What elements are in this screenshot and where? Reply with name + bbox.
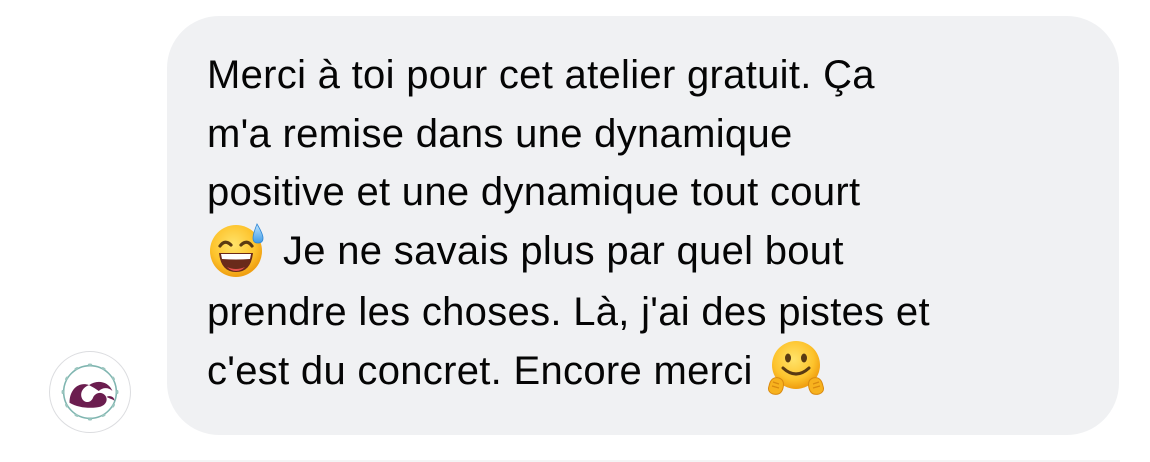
- message-text: Merci à toi pour cet atelier gratuit. Ça…: [207, 46, 1107, 404]
- wave-logo-icon: [61, 363, 119, 421]
- incoming-message-row: Merci à toi pour cet atelier gratuit. Ça…: [0, 0, 1150, 462]
- message-line: Merci à toi pour cet atelier gratuit. Ça: [207, 53, 875, 97]
- message-line: m'a remise dans une dynamique: [207, 111, 793, 156]
- message-line-with-emoji: Je ne savais plus par quel bout: [207, 222, 1107, 283]
- message-line-with-emoji: c'est du concret. Encore merci: [207, 341, 1107, 404]
- hugging-face-emoji-icon: [765, 338, 827, 400]
- sender-avatar[interactable]: [49, 351, 131, 433]
- message-line-text: c'est du concret. Encore merci: [207, 348, 753, 393]
- message-line: prendre les choses. Là, j'ai des pistes …: [207, 290, 930, 335]
- sweat-smile-emoji-icon: [207, 220, 267, 280]
- message-line-text: Je ne savais plus par quel bout: [283, 228, 844, 273]
- message-line: positive et une dynamique tout court: [207, 170, 861, 215]
